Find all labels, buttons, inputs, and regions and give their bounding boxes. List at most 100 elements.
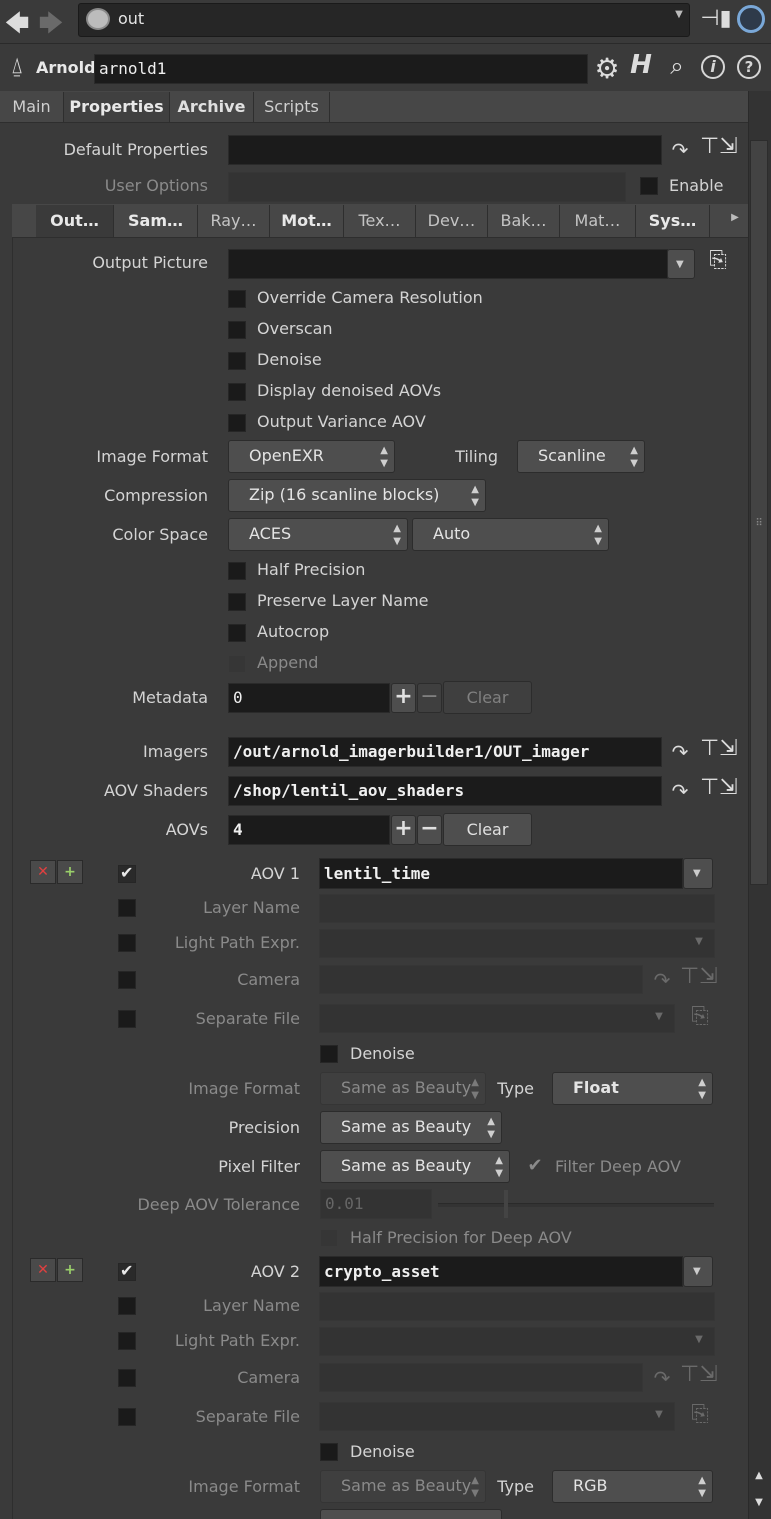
- back-arrow-icon[interactable]: 🡄: [2, 6, 32, 37]
- aov1-name-field[interactable]: lentil_time: [319, 858, 683, 889]
- compression-menu[interactable]: Zip (16 scanline blocks) ▲ ▼: [228, 479, 486, 512]
- preserve-layer-name-checkbox[interactable]: [228, 593, 246, 611]
- node-chooser-icon[interactable]: ⊤⇲: [700, 134, 738, 159]
- aov1-image-format-menu: Same as Beauty ▲ ▼: [320, 1072, 486, 1105]
- subtab-output[interactable]: Out…: [36, 205, 114, 237]
- aov1-type-menu[interactable]: Float ▲ ▼: [552, 1072, 713, 1105]
- file-chooser-icon[interactable]: ⎘: [704, 248, 732, 273]
- autocrop-checkbox[interactable]: [228, 624, 246, 642]
- half-precision-checkbox[interactable]: [228, 562, 246, 580]
- aov2-name-field[interactable]: crypto_asset: [319, 1256, 683, 1287]
- aov1-camera-label: Camera: [237, 970, 300, 989]
- aov1-camera-field: [319, 965, 643, 994]
- subtab-textures[interactable]: Tex…: [344, 205, 416, 237]
- aov2-separate-file-checkbox[interactable]: [118, 1408, 136, 1426]
- aov2-label: AOV 2: [250, 1262, 300, 1281]
- aov2-denoise-label: Denoise: [350, 1442, 415, 1461]
- aov1-lpe-checkbox[interactable]: [118, 934, 136, 952]
- output-picture-menu[interactable]: ▼: [667, 249, 695, 279]
- tab-properties[interactable]: Properties: [64, 92, 170, 122]
- pin-icon[interactable]: ⊣▮: [700, 6, 732, 34]
- aovs-add-button[interactable]: +: [391, 815, 416, 845]
- overscan-checkbox[interactable]: [228, 321, 246, 339]
- subtab-device[interactable]: Dev…: [416, 205, 488, 237]
- subtab-sampling[interactable]: Sam…: [114, 205, 198, 237]
- aov1-precision-menu[interactable]: Same as Beauty ▲ ▼: [320, 1111, 502, 1144]
- override-camera-resolution-checkbox[interactable]: [228, 290, 246, 308]
- aovs-clear-button[interactable]: Clear: [443, 813, 532, 846]
- aov1-layer-name-checkbox[interactable]: [118, 899, 136, 917]
- aov2-insert-button[interactable]: +: [57, 1258, 83, 1282]
- forward-arrow-icon[interactable]: 🡆: [36, 6, 66, 37]
- jump-arrow-icon[interactable]: ↷: [666, 779, 694, 803]
- aov1-camera-checkbox[interactable]: [118, 971, 136, 989]
- path-field[interactable]: [78, 3, 690, 37]
- subtab-motion[interactable]: Mot…: [270, 205, 344, 237]
- aov1-delete-button[interactable]: ✕: [30, 860, 56, 884]
- subtab-system[interactable]: Sys…: [636, 205, 710, 237]
- aov2-denoise-checkbox[interactable]: [320, 1443, 338, 1461]
- denoise-checkbox[interactable]: [228, 352, 246, 370]
- node-name-field[interactable]: arnold1: [94, 54, 588, 84]
- aov1-name-menu[interactable]: ▼: [683, 858, 713, 889]
- link-icon[interactable]: [737, 5, 765, 33]
- aov2-enable-checkbox[interactable]: [118, 1261, 136, 1281]
- aov2-separate-file-label: Separate File: [195, 1407, 300, 1426]
- chevron-down-icon: ▼: [695, 936, 703, 947]
- imagers-field[interactable]: /out/arnold_imagerbuilder1/OUT_imager: [228, 737, 662, 767]
- subtab-scroll-right-icon[interactable]: ▶: [726, 212, 744, 223]
- aov2-type-menu[interactable]: RGB ▲ ▼: [552, 1470, 713, 1503]
- tab-archive[interactable]: Archive: [170, 92, 254, 122]
- metadata-add-button[interactable]: +: [391, 683, 416, 713]
- aovs-remove-button[interactable]: −: [417, 815, 442, 845]
- color-space-menu[interactable]: ACES ▲ ▼: [228, 518, 408, 551]
- question-icon[interactable]: ?: [737, 55, 761, 79]
- jump-arrow-icon[interactable]: ↷: [666, 740, 694, 764]
- scroll-up-icon[interactable]: ▲: [750, 1470, 768, 1481]
- metadata-field[interactable]: 0: [228, 683, 390, 713]
- scrollbar-thumb[interactable]: [750, 140, 768, 885]
- tiling-label: Tiling: [455, 447, 498, 466]
- chevron-down-icon[interactable]: ▼: [672, 9, 686, 20]
- aov1-separate-file-field: [319, 1004, 675, 1033]
- aov2-camera-checkbox[interactable]: [118, 1369, 136, 1387]
- updown-icon: ▲ ▼: [594, 523, 602, 547]
- info-icon[interactable]: i: [701, 55, 725, 79]
- aovs-count-field[interactable]: 4: [228, 815, 390, 845]
- node-chooser-icon[interactable]: ⊤⇲: [700, 775, 738, 800]
- tab-main[interactable]: Main: [0, 92, 64, 122]
- scroll-down-icon[interactable]: ▼: [750, 1497, 768, 1508]
- aov-shaders-field[interactable]: /shop/lentil_aov_shaders: [228, 776, 662, 806]
- aov1-lpe-label: Light Path Expr.: [174, 933, 300, 952]
- jump-arrow-icon[interactable]: ↷: [666, 138, 694, 162]
- aov1-denoise-checkbox[interactable]: [320, 1045, 338, 1063]
- aov2-precision-menu-partial[interactable]: [320, 1509, 502, 1519]
- tiling-menu[interactable]: Scanline ▲ ▼: [517, 440, 645, 473]
- tab-scripts[interactable]: Scripts: [254, 92, 330, 122]
- search-icon[interactable]: ⌕: [662, 52, 692, 84]
- image-format-menu[interactable]: OpenEXR ▲ ▼: [228, 440, 395, 473]
- aov2-name-menu[interactable]: ▼: [683, 1256, 713, 1287]
- node-chooser-icon[interactable]: ⊤⇲: [700, 736, 738, 761]
- aov1-insert-button[interactable]: +: [57, 860, 83, 884]
- output-variance-aov-checkbox[interactable]: [228, 414, 246, 432]
- subtab-bake[interactable]: Bak…: [488, 205, 560, 237]
- default-properties-field[interactable]: [228, 135, 662, 165]
- output-picture-label: Output Picture: [92, 253, 208, 272]
- aov1-separate-file-checkbox[interactable]: [118, 1010, 136, 1028]
- aov2-layer-name-checkbox[interactable]: [118, 1297, 136, 1315]
- enable-checkbox[interactable]: [640, 177, 658, 195]
- display-denoised-aovs-checkbox[interactable]: [228, 383, 246, 401]
- aov1-pixel-filter-menu[interactable]: Same as Beauty ▲ ▼: [320, 1150, 510, 1183]
- node-type-label: Arnold: [36, 58, 96, 77]
- imagers-label: Imagers: [142, 742, 208, 761]
- aov2-lpe-checkbox[interactable]: [118, 1332, 136, 1350]
- subtab-ray[interactable]: Ray…: [198, 205, 270, 237]
- aov1-enable-checkbox[interactable]: [118, 863, 136, 883]
- gear-icon[interactable]: ⚙: [592, 52, 622, 85]
- color-space-family-menu[interactable]: Auto ▲ ▼: [412, 518, 609, 551]
- subtab-materials[interactable]: Mat…: [560, 205, 636, 237]
- output-picture-field[interactable]: [228, 249, 668, 279]
- aov2-delete-button[interactable]: ✕: [30, 1258, 56, 1282]
- help-h-icon[interactable]: H: [626, 50, 656, 84]
